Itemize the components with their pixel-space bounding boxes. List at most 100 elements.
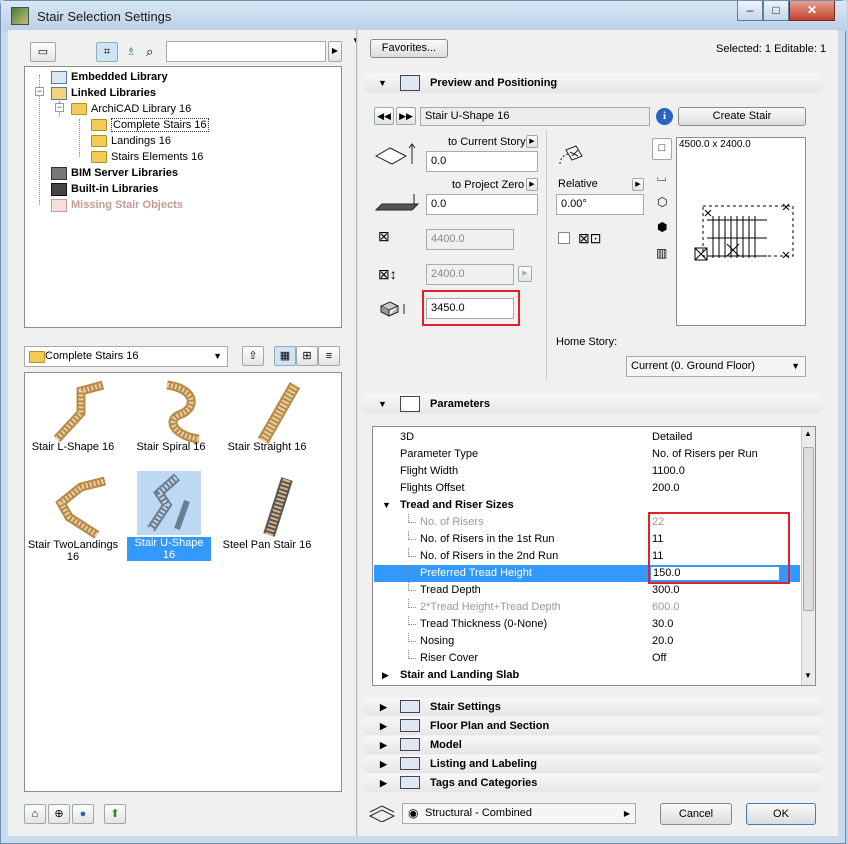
expand-archicad-library[interactable]: −	[55, 103, 64, 112]
section-model-header[interactable]: ▶ Model	[362, 736, 824, 754]
search-input[interactable]	[166, 41, 326, 62]
panel-splitter[interactable]	[356, 30, 358, 836]
large-icons-view-icon[interactable]: ▦	[274, 346, 296, 366]
parameter-row[interactable]: Flights Offset 200.0	[374, 480, 800, 497]
preview-3d-icon[interactable]: ⬡	[657, 195, 667, 209]
preview-elevation-icon[interactable]: ▥	[656, 246, 667, 260]
tree-item-archicad-library[interactable]: ArchiCAD Library 16	[71, 101, 191, 117]
parameter-row[interactable]: Flight Width 1100.0	[374, 463, 800, 480]
length-input[interactable]: 2400.0	[426, 264, 514, 285]
tree-view-icon[interactable]: ⌗	[96, 42, 118, 62]
tree-item-missing-objects[interactable]: Missing Stair Objects	[51, 197, 183, 213]
section-parameters-header[interactable]: ▼ Parameters	[362, 394, 824, 414]
width-input[interactable]: 4400.0	[426, 229, 514, 250]
parameter-row[interactable]: 3D Detailed	[374, 429, 800, 446]
close-button[interactable]: ✕	[789, 1, 835, 21]
width-icon: ⊠	[378, 228, 390, 244]
project-zero-input[interactable]: 0.0	[426, 194, 538, 215]
current-story-input[interactable]: 0.0	[426, 151, 538, 172]
parameter-row[interactable]: Tread Thickness (0-None) 30.0	[374, 616, 800, 633]
section-stair-settings-header[interactable]: ▶ Stair Settings	[362, 698, 824, 716]
info-icon[interactable]: i	[656, 108, 673, 125]
expand-linked-libraries[interactable]: −	[35, 87, 44, 96]
create-stair-button[interactable]: Create Stair	[678, 107, 806, 126]
add-library-icon[interactable]: ⊕	[48, 804, 70, 824]
upload-icon[interactable]: ⬆	[104, 804, 126, 824]
tree-connector	[408, 514, 416, 523]
tree-item-landings[interactable]: Landings 16	[91, 133, 171, 149]
maximize-button[interactable]: □	[763, 1, 789, 21]
tree-item-stairs-elements[interactable]: Stairs Elements 16	[91, 149, 203, 165]
linked-library-icon	[51, 86, 67, 100]
rotation-icon	[558, 144, 586, 168]
globe-icon[interactable]: ●	[72, 804, 94, 824]
search-icon[interactable]: ⌕	[146, 44, 153, 60]
height-icon	[378, 298, 408, 318]
section-tags-header[interactable]: ▶ Tags and Categories	[362, 774, 824, 792]
steel-pan-stair-thumbnail[interactable]	[245, 473, 317, 543]
cancel-button[interactable]: Cancel	[660, 803, 732, 825]
small-icons-view-icon[interactable]: ⊞	[296, 346, 318, 366]
preview-3d-solid-icon[interactable]: ⬢	[657, 220, 667, 234]
relative-arrow[interactable]: ▶	[632, 178, 644, 191]
stair-settings-icon	[400, 700, 420, 713]
parameter-row[interactable]: Nosing 20.0	[374, 633, 800, 650]
view-mode-icon[interactable]: ▭	[30, 42, 56, 62]
ok-button[interactable]: OK	[746, 803, 816, 825]
folder-select[interactable]: Complete Stairs 16 ▼	[24, 346, 228, 367]
parameter-name: Stair and Landing Slab	[400, 669, 520, 681]
preview-size-label: 4500.0 x 2400.0	[679, 139, 751, 150]
tree-item-complete-stairs[interactable]: Complete Stairs 16	[91, 117, 209, 133]
minimize-button[interactable]: –	[737, 1, 763, 21]
stair-spiral-thumbnail[interactable]	[147, 379, 219, 449]
tree-item-embedded-library[interactable]: Embedded Library	[51, 69, 168, 85]
favorites-button[interactable]: Favorites...	[370, 39, 448, 58]
parameters-scrollbar[interactable]: ▲ ▼	[801, 427, 815, 685]
tree-item-built-in[interactable]: Built-in Libraries	[51, 181, 158, 197]
chevron-down-icon: ▼	[378, 78, 387, 88]
parameter-row[interactable]: Parameter Type No. of Risers per Run	[374, 446, 800, 463]
project-zero-arrow[interactable]: ▶	[526, 178, 538, 191]
tree-connector	[408, 531, 416, 540]
preview-pane: 4500.0 x 2400.0	[676, 137, 806, 326]
preview-section-icon[interactable]: ⌴	[657, 170, 667, 185]
list-view-icon[interactable]: ≡	[318, 346, 340, 366]
tree-item-bim-server[interactable]: BIM Server Libraries	[51, 165, 178, 181]
folder-up-icon[interactable]: ⇧	[242, 346, 264, 366]
stair-twolandings-thumbnail[interactable]	[47, 473, 119, 543]
chair-icon[interactable]: ♗	[120, 42, 142, 62]
chevron-right-icon[interactable]: ▶	[382, 667, 389, 684]
scroll-up-icon[interactable]: ▲	[804, 429, 812, 438]
length-arrow[interactable]: ▶	[518, 266, 532, 282]
tree-item-linked-libraries[interactable]: Linked Libraries	[51, 85, 156, 101]
parameter-name: Riser Cover	[420, 652, 479, 664]
parameter-row[interactable]: 2*Tread Height+Tread Depth 600.0	[374, 599, 800, 616]
chevron-down-icon: ▼	[378, 399, 387, 409]
search-arrow-button[interactable]: ▶	[328, 41, 342, 62]
section-listing-header[interactable]: ▶ Listing and Labeling	[362, 755, 824, 773]
tree-connector	[408, 599, 416, 608]
parameter-row[interactable]: Riser Cover Off	[374, 650, 800, 667]
prev-object-button[interactable]: ◀◀	[374, 107, 394, 125]
parameter-row[interactable]: Tread Depth 300.0	[374, 582, 800, 599]
scroll-thumb[interactable]	[803, 447, 814, 611]
next-object-button[interactable]: ▶▶	[396, 107, 416, 125]
parameter-group-row[interactable]: ▶ Stair and Landing Slab	[374, 667, 800, 684]
stair-straight-thumbnail[interactable]	[245, 379, 317, 449]
relative-label: Relative	[558, 178, 598, 190]
chevron-down-icon[interactable]: ▼	[382, 497, 391, 514]
parameters-icon	[400, 396, 420, 412]
elevation-project-zero-icon	[372, 192, 420, 216]
section-floor-plan-header[interactable]: ▶ Floor Plan and Section	[362, 717, 824, 735]
scroll-down-icon[interactable]: ▼	[804, 671, 812, 680]
stair-u-shape-thumbnail[interactable]	[137, 471, 201, 535]
current-story-arrow[interactable]: ▶	[526, 135, 538, 148]
mirror-checkbox[interactable]	[558, 232, 570, 244]
home-story-select[interactable]: Current (0. Ground Floor) ▼	[626, 356, 806, 377]
section-preview-header[interactable]: ▼ Preview and Positioning	[362, 73, 824, 93]
layer-select[interactable]: ◉ Structural - Combined ▶	[402, 803, 636, 824]
preview-plan-icon[interactable]: □	[652, 138, 672, 160]
load-library-icon[interactable]: ⌂	[24, 804, 46, 824]
angle-input[interactable]: 0.00°	[556, 194, 644, 215]
stair-l-shape-thumbnail[interactable]	[47, 379, 119, 449]
